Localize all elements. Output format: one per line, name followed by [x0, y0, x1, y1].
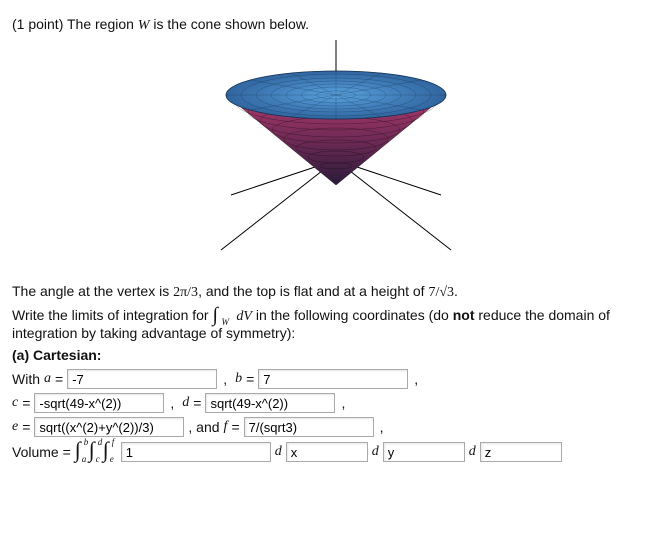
cone-svg: [171, 40, 501, 270]
problem-intro: (1 point) The region W is the cone shown…: [12, 16, 659, 34]
d-sym-2: d: [372, 444, 379, 460]
d-var: d: [182, 395, 189, 411]
instr-a: Write the limits of integration for: [12, 307, 212, 323]
eq: =: [193, 395, 201, 411]
d1-input[interactable]: [286, 442, 368, 462]
desc-a: The angle at the vertex is: [12, 283, 173, 299]
c-input[interactable]: [34, 393, 164, 413]
eq: =: [55, 371, 63, 387]
d3-input[interactable]: [480, 442, 562, 462]
eq: =: [22, 395, 30, 411]
integrand-input[interactable]: [121, 442, 271, 462]
andf: , and: [188, 419, 219, 435]
comma: ,: [223, 371, 227, 387]
intro-prefix: (1 point) The region: [12, 16, 138, 32]
f-var: f: [224, 419, 228, 435]
volume-label: Volume =: [12, 444, 71, 460]
d-sym-3: d: [469, 444, 476, 460]
desc-b: , and the top is flat and at a height of: [198, 283, 428, 299]
instr-b: in the following coordinates (do: [252, 307, 453, 323]
instructions: Write the limits of integration for ∫W d…: [12, 307, 659, 341]
row-volume: Volume = ∫ab ∫cd ∫ef d d d: [12, 441, 659, 463]
comma: ,: [380, 419, 384, 435]
d-input[interactable]: [205, 393, 335, 413]
c-segment: c =: [12, 393, 164, 413]
e-var: e: [12, 419, 18, 435]
dV: dV: [236, 309, 252, 324]
row-ef: e = , and f = ,: [12, 417, 659, 437]
d2-input[interactable]: [383, 442, 465, 462]
f-input[interactable]: [244, 417, 374, 437]
comma: ,: [341, 395, 345, 411]
b-input[interactable]: [258, 369, 408, 389]
d-sym-1: d: [275, 444, 282, 460]
eq: =: [231, 419, 239, 435]
comma: ,: [170, 395, 174, 411]
b-segment: b =: [235, 369, 408, 389]
intro-suffix: is the cone shown below.: [150, 16, 310, 32]
f-segment: f =: [224, 417, 374, 437]
vertex-angle: 2π/3: [173, 285, 198, 300]
a-var: a: [44, 371, 51, 387]
b-var: b: [235, 371, 242, 387]
comma: ,: [414, 371, 418, 387]
instr-not: not: [453, 307, 475, 323]
cone-figure: [12, 40, 659, 273]
desc-c: .: [454, 283, 458, 299]
d-segment: d =: [182, 393, 335, 413]
part-a-label-text: (a) Cartesian:: [12, 347, 101, 363]
eq: =: [246, 371, 254, 387]
e-segment: e =: [12, 417, 184, 437]
e-input[interactable]: [34, 417, 184, 437]
a-input[interactable]: [67, 369, 217, 389]
cone-height: 7/√3: [428, 285, 454, 300]
a-segment: With a =: [12, 369, 217, 389]
witha: With: [12, 371, 40, 387]
region-variable: W: [138, 18, 150, 33]
vertex-description: The angle at the vertex is 2π/3, and the…: [12, 283, 659, 301]
integral-W: ∫W: [212, 307, 232, 325]
c-var: c: [12, 395, 18, 411]
triple-integral: ∫ab ∫cd ∫ef: [75, 441, 117, 463]
row-ab: With a = , b = ,: [12, 369, 659, 389]
part-a-label: (a) Cartesian:: [12, 347, 659, 363]
row-cd: c = , d = ,: [12, 393, 659, 413]
eq: =: [22, 419, 30, 435]
